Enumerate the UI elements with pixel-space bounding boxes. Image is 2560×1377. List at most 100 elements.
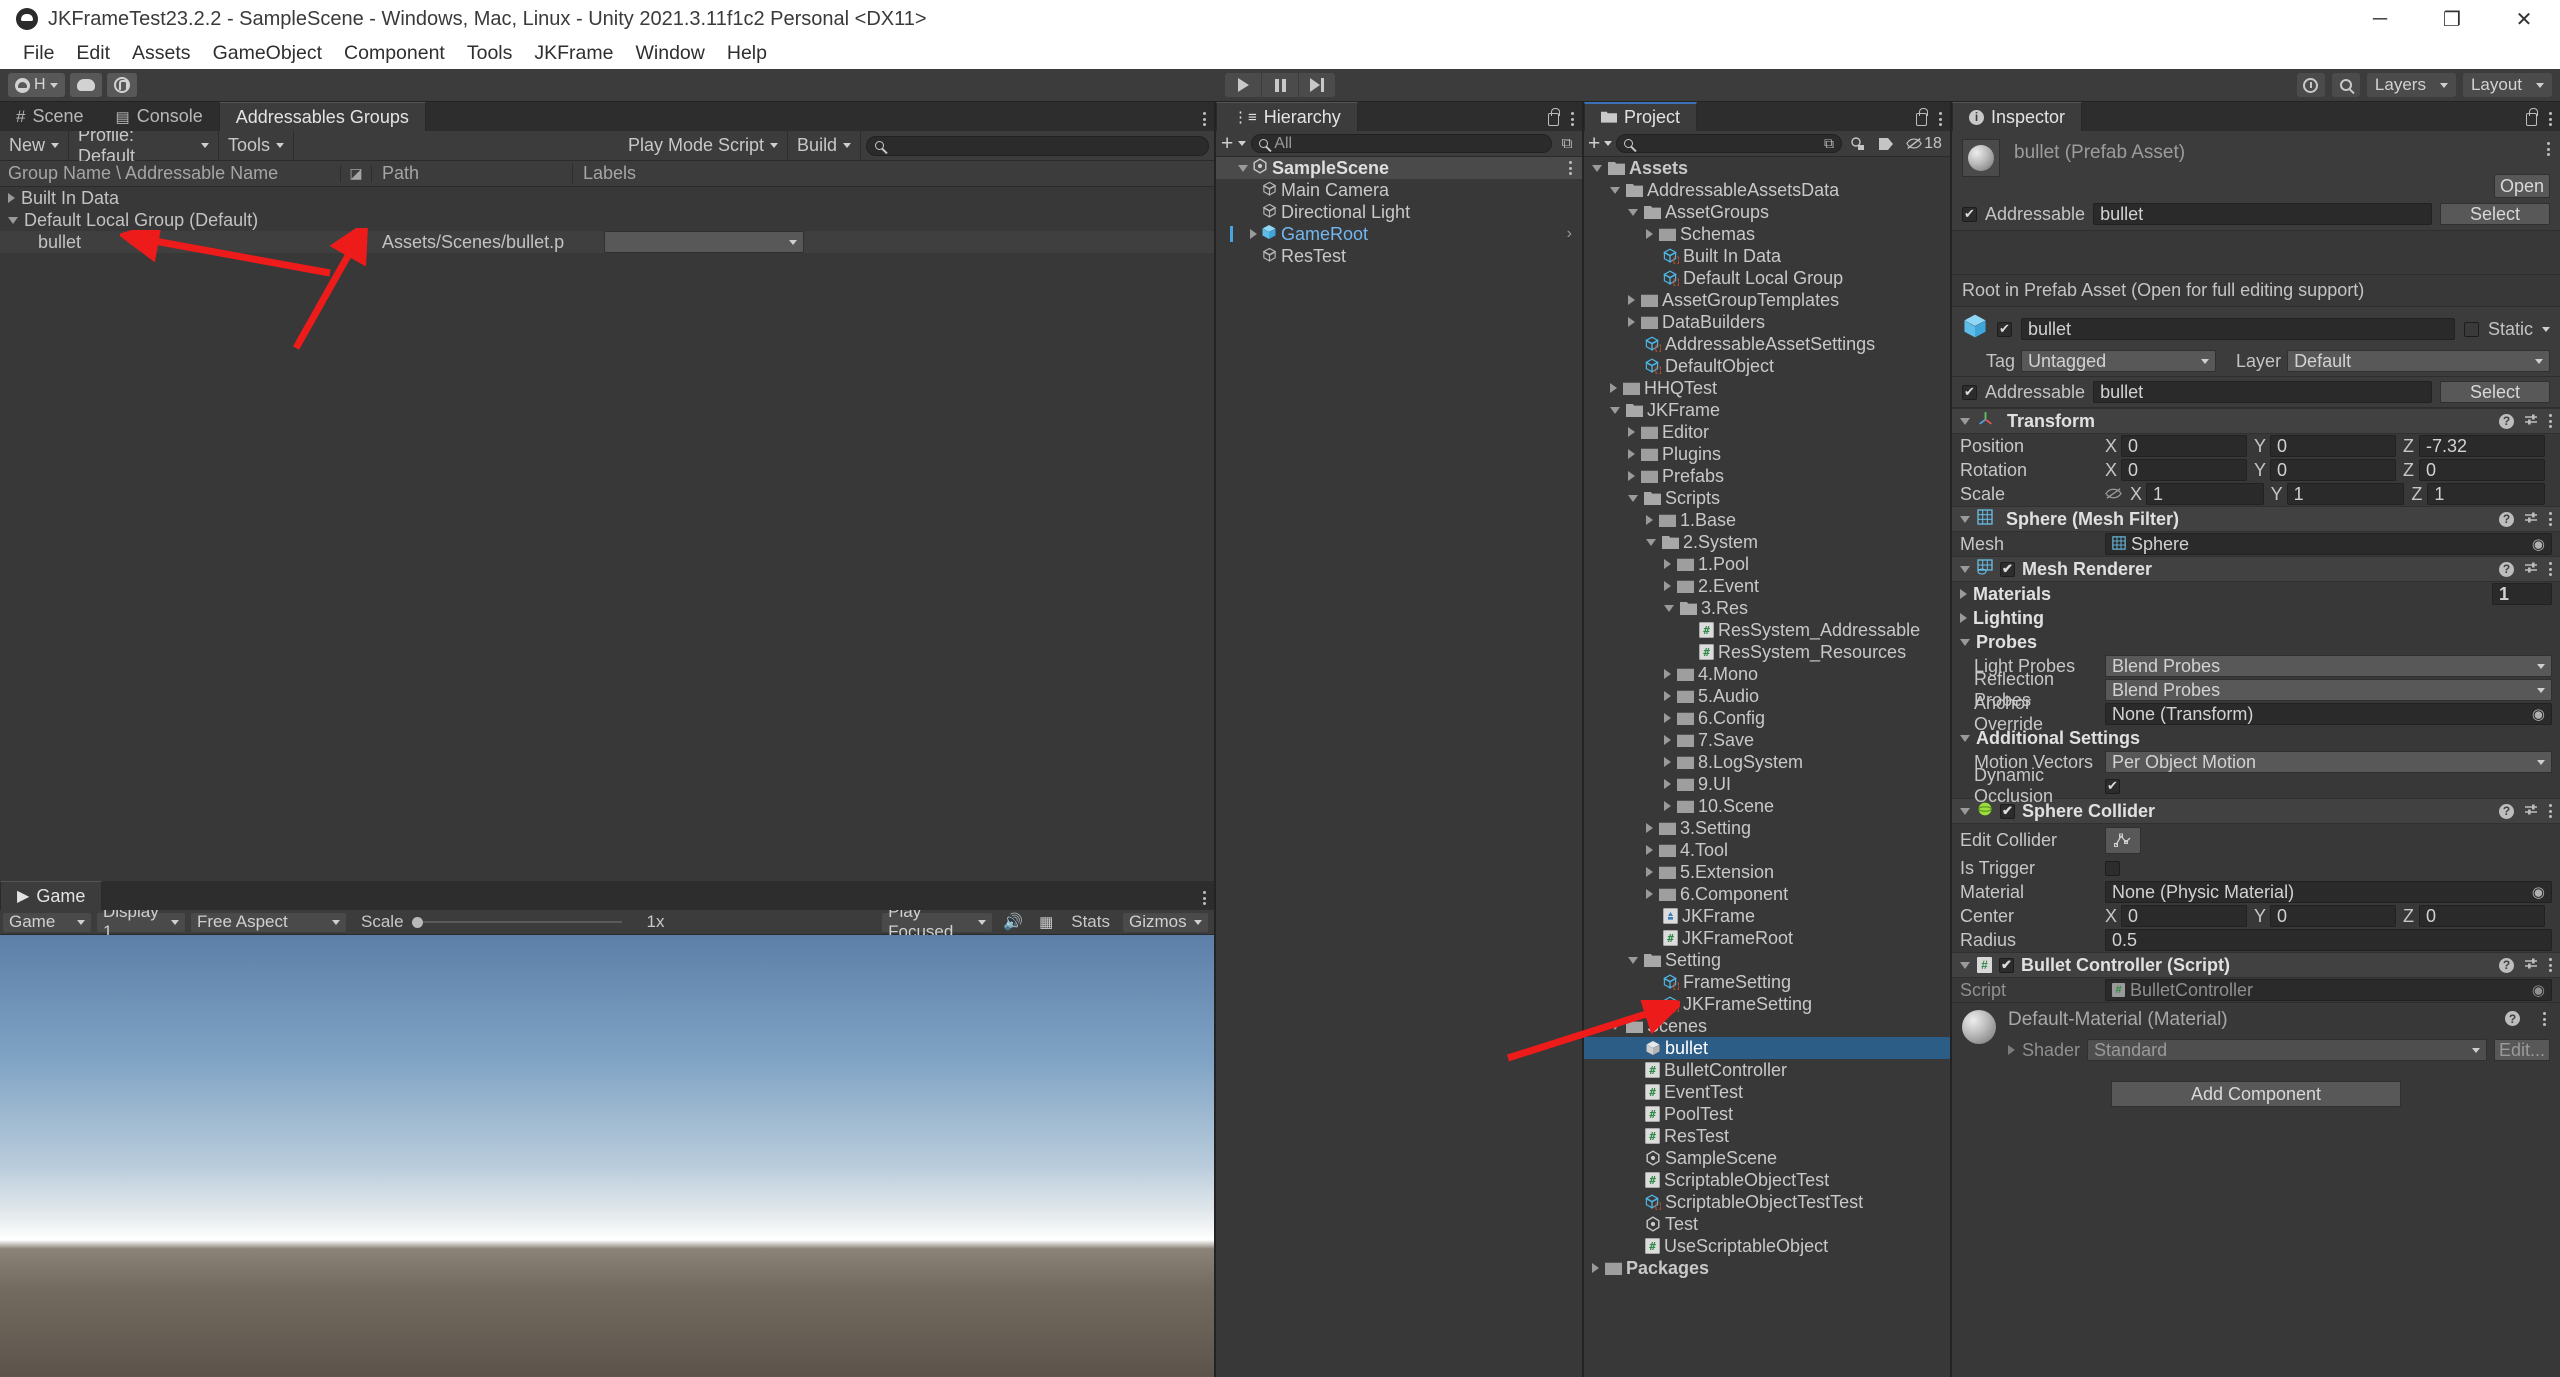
expander-right-icon[interactable]: [1664, 779, 1671, 789]
dynamic-occlusion-checkbox[interactable]: ✔: [2105, 778, 2120, 794]
aspect-ratio-icon[interactable]: ▦: [1039, 913, 1053, 931]
expander-right-icon[interactable]: [2008, 1045, 2015, 1055]
help-icon[interactable]: ?: [2505, 1011, 2520, 1026]
project-item-samplescene[interactable]: SampleScene: [1584, 1147, 1950, 1169]
build-dropdown[interactable]: Build: [788, 130, 862, 161]
object-picker-icon[interactable]: ◉: [2532, 535, 2545, 553]
addressables-row-built-in-data[interactable]: Built In Data: [0, 187, 1214, 209]
center-z-input[interactable]: 0: [2419, 905, 2545, 927]
account-button[interactable]: H: [8, 73, 65, 97]
bulletcontroller-component-header[interactable]: # ✔ Bullet Controller (Script) ?: [1952, 952, 2560, 978]
menu-item-gameobject[interactable]: GameObject: [202, 39, 333, 68]
help-icon[interactable]: ?: [2499, 803, 2514, 819]
expander-down-icon[interactable]: [1664, 604, 1674, 612]
project-item-jkframe[interactable]: JKFrame: [1584, 399, 1950, 421]
project-item-ressystem-addressable[interactable]: # ResSystem_Addressable: [1584, 619, 1950, 641]
create-asset-button[interactable]: +: [1588, 133, 1600, 154]
undo-history-button[interactable]: [2296, 73, 2325, 97]
panel-menu-icon[interactable]: [1939, 112, 1942, 126]
project-item-databuilders[interactable]: DataBuilders: [1584, 311, 1950, 333]
reflection-probes-dropdown[interactable]: Blend Probes: [2105, 679, 2552, 701]
component-menu-icon[interactable]: [2549, 414, 2552, 428]
probes-section[interactable]: Probes: [1952, 630, 2560, 654]
chevron-right-icon[interactable]: ›: [1567, 225, 1572, 243]
project-item-jkframesetting[interactable]: {}JKFrameSetting: [1584, 993, 1950, 1015]
project-item-setting[interactable]: Setting: [1584, 949, 1950, 971]
scale-slider[interactable]: [411, 913, 622, 932]
scene-menu-icon[interactable]: [1569, 161, 1572, 175]
display-dropdown[interactable]: Display 1: [97, 902, 185, 941]
expander-down-icon[interactable]: [1628, 494, 1638, 502]
menu-item-assets[interactable]: Assets: [121, 39, 202, 68]
aspect-dropdown[interactable]: Free Aspect: [191, 912, 346, 932]
expander-right-icon[interactable]: [1628, 317, 1635, 327]
project-item-scripts[interactable]: Scripts: [1584, 487, 1950, 509]
project-item-jkframeroot[interactable]: # JKFrameRoot: [1584, 927, 1950, 949]
game-view-dropdown[interactable]: Game: [3, 912, 91, 932]
help-icon[interactable]: ?: [2499, 511, 2514, 527]
presets-icon[interactable]: [2524, 955, 2539, 976]
motion-vectors-dropdown[interactable]: Per Object Motion: [2105, 751, 2552, 773]
addressable-name-input[interactable]: bullet: [2093, 203, 2432, 225]
layers-dropdown[interactable]: Layers: [2366, 73, 2456, 97]
expander-down-icon[interactable]: [1960, 417, 1970, 425]
project-item-usescriptableobject[interactable]: # UseScriptableObject: [1584, 1235, 1950, 1257]
spherecollider-enabled-checkbox[interactable]: ✔: [2000, 803, 2015, 819]
project-item-built-in-data[interactable]: {}Built In Data: [1584, 245, 1950, 267]
menu-item-help[interactable]: Help: [716, 39, 778, 68]
close-button[interactable]: ✕: [2488, 0, 2560, 38]
project-item-defaultobject[interactable]: {}DefaultObject: [1584, 355, 1950, 377]
expand-search-icon[interactable]: ⧉: [1557, 135, 1577, 152]
project-item-scriptableobjecttest[interactable]: # ScriptableObjectTest: [1584, 1169, 1950, 1191]
position-z-input[interactable]: -7.32: [2419, 435, 2545, 457]
component-menu-icon[interactable]: [2549, 512, 2552, 526]
project-item-2-event[interactable]: 2.Event: [1584, 575, 1950, 597]
project-item-packages[interactable]: Packages: [1584, 1257, 1950, 1279]
column-group-name[interactable]: Group Name \ Addressable Name: [0, 163, 340, 184]
center-x-input[interactable]: 0: [2121, 905, 2247, 927]
project-item-1-pool[interactable]: 1.Pool: [1584, 553, 1950, 575]
play-focused-dropdown[interactable]: Play Focused: [882, 902, 993, 941]
pause-button[interactable]: [1262, 73, 1298, 97]
gameobject-name-input[interactable]: bullet: [2021, 318, 2455, 340]
component-menu-icon[interactable]: [2549, 958, 2552, 972]
expander-right-icon[interactable]: [8, 193, 15, 203]
project-item-editor[interactable]: Editor: [1584, 421, 1950, 443]
bulletcontroller-enabled-checkbox[interactable]: ✔: [1999, 957, 2014, 973]
open-button[interactable]: Open: [2494, 174, 2550, 198]
expander-right-icon[interactable]: [1646, 845, 1653, 855]
game-view-render[interactable]: [0, 935, 1214, 1377]
column-path[interactable]: Path: [372, 163, 572, 184]
tag-dropdown[interactable]: Untagged: [2021, 350, 2217, 372]
meshfilter-component-header[interactable]: Sphere (Mesh Filter) ?: [1952, 506, 2560, 532]
panel-menu-icon[interactable]: [2549, 112, 2552, 126]
expander-right-icon[interactable]: [1646, 823, 1653, 833]
is-trigger-checkbox[interactable]: [2105, 860, 2120, 876]
static-checkbox[interactable]: [2463, 321, 2479, 337]
project-item-8-logsystem[interactable]: 8.LogSystem: [1584, 751, 1950, 773]
expander-down-icon[interactable]: [1610, 406, 1620, 414]
asset-menu-icon[interactable]: [2547, 142, 2550, 156]
presets-icon[interactable]: [2524, 411, 2539, 432]
expander-right-icon[interactable]: [1628, 427, 1635, 437]
menu-item-window[interactable]: Window: [625, 39, 716, 68]
materials-count-input[interactable]: 1: [2492, 583, 2552, 605]
expander-right-icon[interactable]: [1628, 449, 1635, 459]
anchor-override-field[interactable]: None (Transform) ◉: [2105, 703, 2552, 725]
rotation-x-input[interactable]: 0: [2121, 459, 2247, 481]
addressable2-checkbox[interactable]: ✔: [1962, 384, 1977, 400]
expander-right-icon[interactable]: [1250, 229, 1257, 239]
addressables-search-input[interactable]: [866, 135, 1210, 156]
select2-button[interactable]: Select: [2440, 381, 2550, 403]
gameobject-enabled-checkbox[interactable]: ✔: [1997, 321, 2012, 337]
panel-menu-icon[interactable]: [1203, 891, 1206, 905]
chevron-down-icon[interactable]: [1238, 141, 1247, 146]
scale-z-input[interactable]: 1: [2427, 483, 2546, 505]
project-item-addressableassetsettings[interactable]: {}AddressableAssetSettings: [1584, 333, 1950, 355]
physic-material-field[interactable]: None (Physic Material) ◉: [2105, 881, 2552, 903]
project-item-4-tool[interactable]: 4.Tool: [1584, 839, 1950, 861]
chevron-down-icon[interactable]: [1604, 141, 1613, 146]
project-item-jkframe[interactable]: JKFrame: [1584, 905, 1950, 927]
hierarchy-item-samplescene[interactable]: SampleScene: [1216, 157, 1582, 179]
shader-dropdown[interactable]: Standard: [2087, 1039, 2487, 1061]
